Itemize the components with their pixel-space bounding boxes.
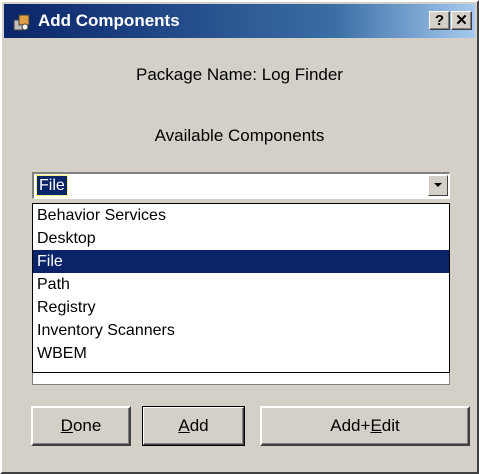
dropdown-item[interactable]: WBEM — [33, 342, 449, 365]
add-button[interactable]: Add — [142, 406, 245, 446]
add-components-dialog: Add Components ? ✕ Package Name: Log Fin… — [0, 0, 479, 474]
help-button[interactable]: ? — [429, 11, 450, 30]
dropdown-item[interactable]: Desktop — [33, 227, 449, 250]
addedit-mnemonic: E — [370, 416, 382, 435]
add-mnemonic: A — [178, 416, 190, 435]
done-button[interactable]: Done — [31, 406, 131, 446]
dropdown-item[interactable]: Registry — [33, 296, 449, 319]
app-icon — [13, 14, 30, 31]
chevron-down-icon[interactable] — [428, 175, 448, 196]
add-edit-button[interactable]: Add+Edit — [260, 406, 470, 446]
addedit-label-rest: dit — [381, 416, 400, 435]
done-label-rest: one — [72, 416, 102, 435]
available-components-label: Available Components — [154, 126, 325, 145]
package-name-label: Package Name: Log Finder — [136, 65, 343, 84]
dropdown-item-selected[interactable]: File — [33, 250, 449, 273]
dropdown-item[interactable]: Behavior Services — [33, 204, 449, 227]
components-dropdown-list[interactable]: Behavior Services Desktop File Path Regi… — [32, 203, 450, 373]
dropdown-item[interactable]: Path — [33, 273, 449, 296]
done-mnemonic: D — [60, 416, 73, 435]
title-bar[interactable]: Add Components ? ✕ — [4, 4, 475, 38]
window-title: Add Components — [38, 11, 180, 30]
combobox-value[interactable]: File — [36, 175, 68, 196]
dropdown-item[interactable]: Inventory Scanners — [33, 319, 449, 342]
components-combobox[interactable]: File — [32, 172, 450, 199]
addedit-prefix: Add+ — [330, 416, 371, 435]
add-label-rest: dd — [189, 416, 209, 435]
close-button[interactable]: ✕ — [451, 11, 472, 30]
